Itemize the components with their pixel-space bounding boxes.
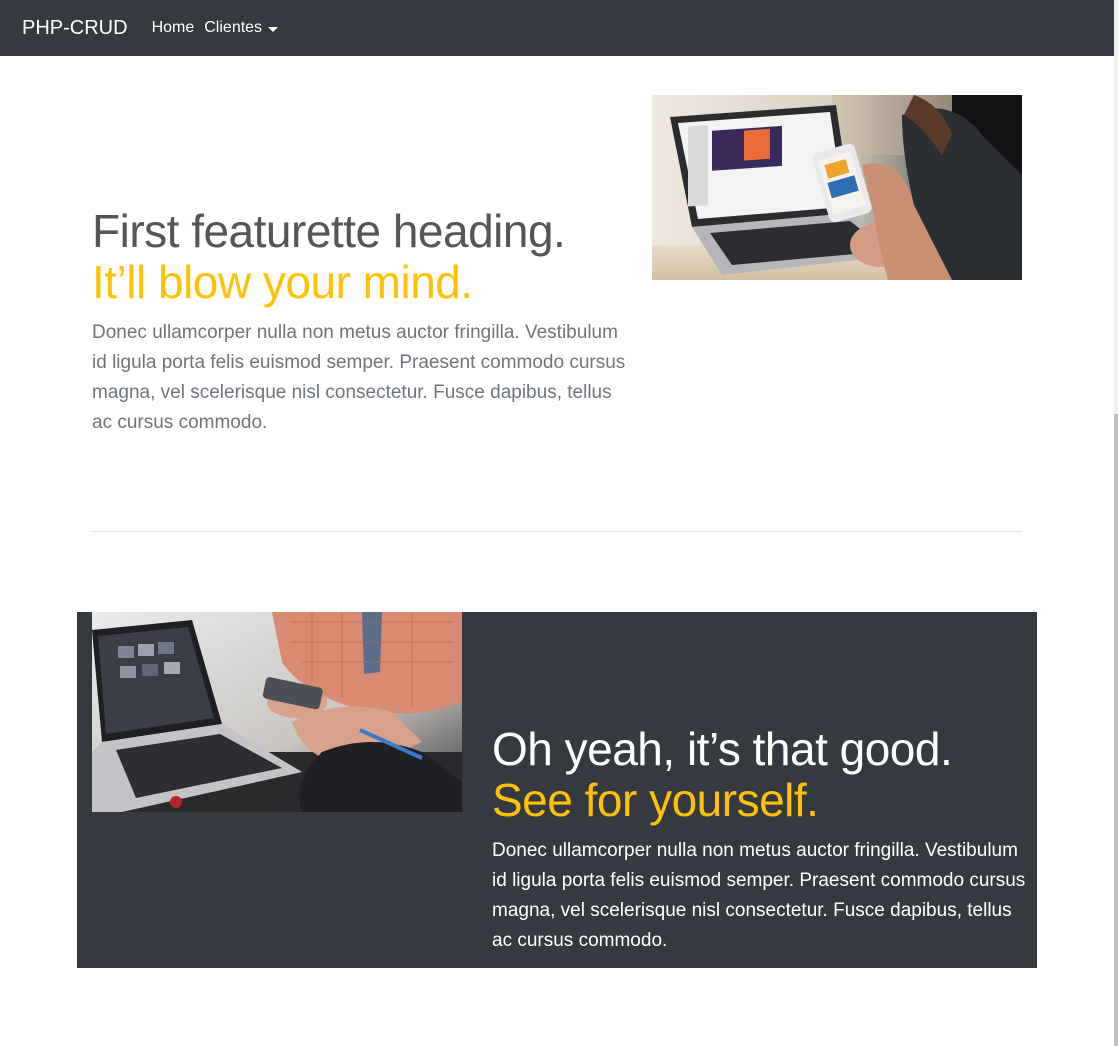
featurette-2-heading: Oh yeah, it’s that good. See for yoursel… [492,724,1027,826]
nav-clientes-label: Clientes [204,19,263,36]
scrollbar-thumb[interactable] [1114,414,1118,1046]
featurette-1-image [652,95,1022,280]
page: PHP-CRUD Home Clientes First featurette … [0,0,1118,1046]
featurette-2-image [92,612,462,812]
navbar: PHP-CRUD Home Clientes [0,0,1114,56]
caret-down-icon [268,26,279,32]
featurette-1-body: Donec ullamcorper nulla non metus auctor… [92,322,626,433]
featurette-2-text: Oh yeah, it’s that good. See for yoursel… [492,724,1027,956]
nav-home[interactable]: Home [152,19,195,37]
featurette-2-body: Donec ullamcorper nulla non metus auctor… [492,840,1026,951]
featurette-1-heading: First featurette heading. It’ll blow you… [92,206,627,308]
featurette-divider [92,531,1022,532]
featurette-2-title: Oh yeah, it’s that good. [492,723,953,775]
nav-clientes-dropdown[interactable]: Clientes [204,19,279,37]
scrollbar-track[interactable] [1114,0,1118,1046]
featurette-2-accent: See for yourself. [492,774,819,826]
nav-home-label: Home [151,19,195,36]
featurette-1-accent: It’ll blow your mind. [92,256,473,308]
featurette-1-text: First featurette heading. It’ll blow you… [92,206,627,438]
featurette-1-title: First featurette heading. [92,205,566,257]
brand-link[interactable]: PHP-CRUD [22,17,128,40]
